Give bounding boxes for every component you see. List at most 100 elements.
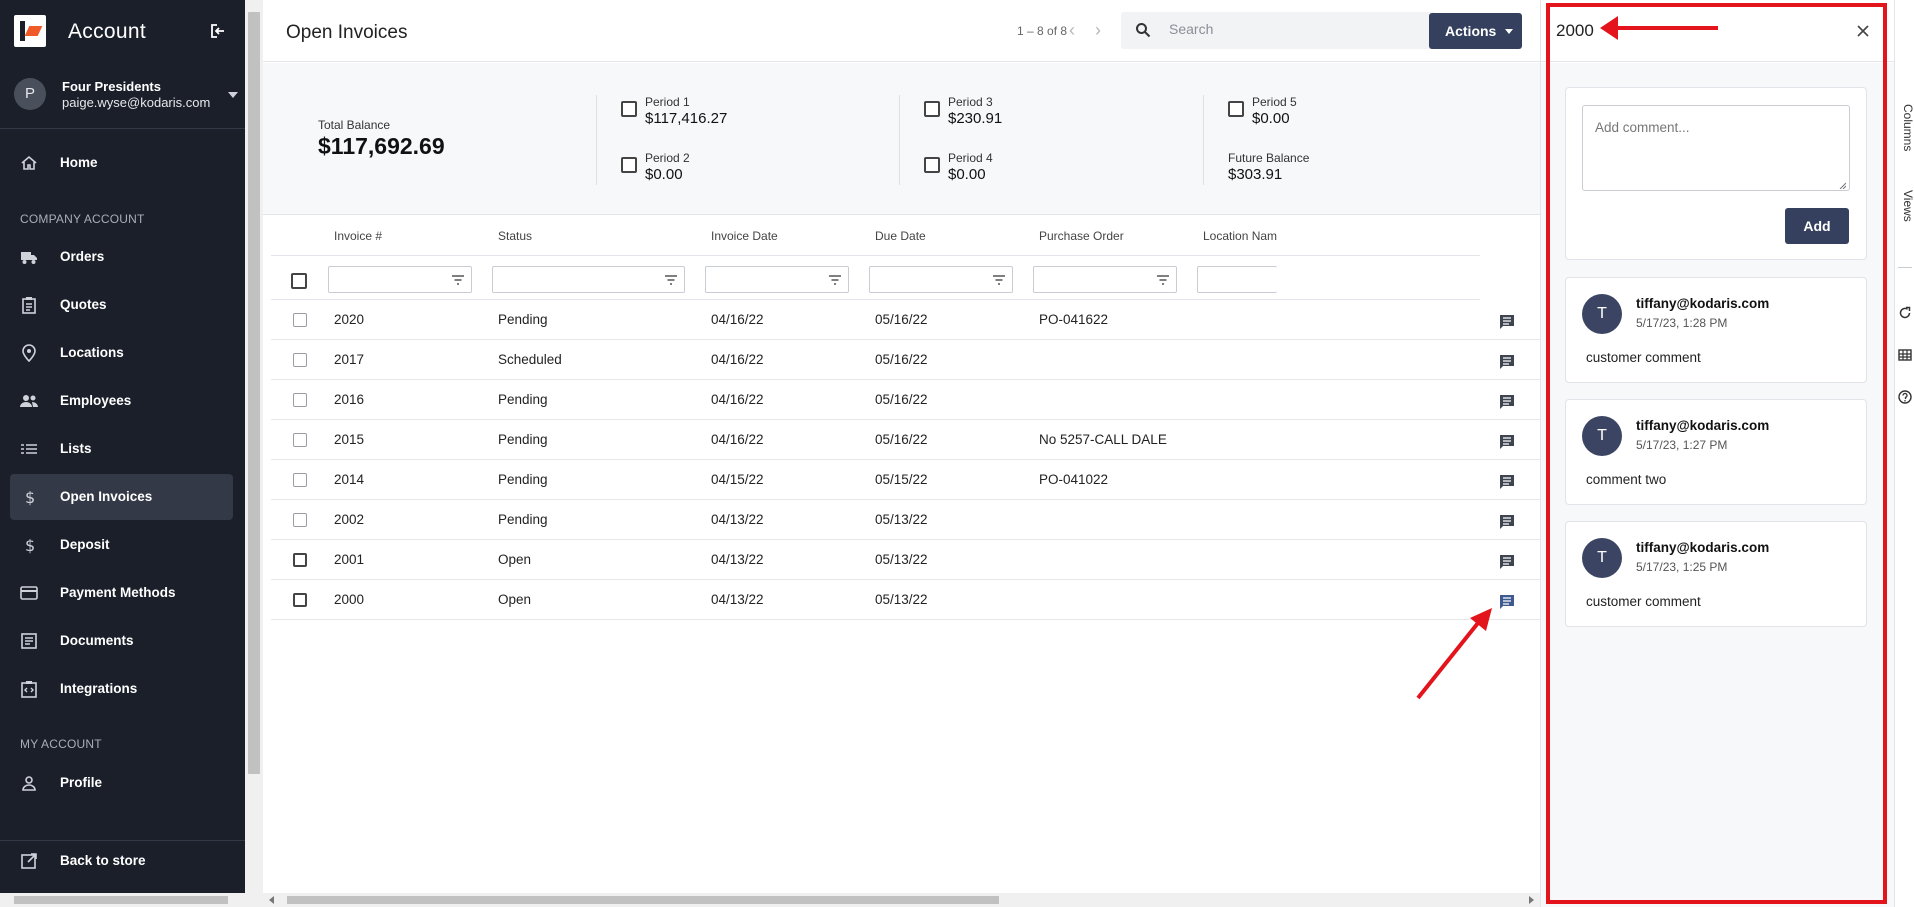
user-switcher[interactable]: P Four Presidents paige.wyse@kodaris.com	[0, 70, 245, 124]
comment-icon[interactable]	[1498, 393, 1516, 411]
table-row[interactable]: 2014 Pending 04/15/22 05/15/22 PO-041022	[271, 460, 1540, 500]
purchase-order-filter-input[interactable]	[1033, 266, 1177, 293]
period-3-checkbox[interactable]	[924, 101, 940, 117]
invoice-date: 04/13/22	[711, 512, 764, 527]
select-all-checkbox[interactable]	[291, 273, 307, 289]
invoice-date: 04/13/22	[711, 592, 764, 607]
due-date-filter-input[interactable]	[869, 266, 1013, 293]
sidebar-item-home[interactable]: Home	[10, 140, 233, 186]
table-icon[interactable]	[1898, 348, 1912, 362]
sidebar-item-lists[interactable]: Lists	[10, 426, 233, 472]
column-header-status[interactable]: Status	[498, 229, 532, 243]
status-filter-input[interactable]	[492, 266, 685, 293]
chevron-left-icon[interactable]: ‹	[1069, 21, 1083, 39]
comment-icon[interactable]	[1498, 553, 1516, 571]
comment-icon[interactable]	[1498, 353, 1516, 371]
scrollbar-thumb[interactable]	[248, 12, 260, 774]
comment-icon[interactable]	[1498, 513, 1516, 531]
row-checkbox[interactable]	[293, 393, 307, 407]
filter-icon[interactable]	[1156, 273, 1170, 287]
comment-text: customer comment	[1586, 594, 1701, 609]
invoice-date: 04/16/22	[711, 392, 764, 407]
dollar-icon: $	[25, 536, 35, 554]
chevron-down-icon[interactable]	[228, 92, 238, 98]
invoice-filter-input[interactable]	[328, 266, 472, 293]
table-row[interactable]: 2017 Scheduled 04/16/22 05/16/22	[271, 340, 1540, 380]
comment-icon[interactable]	[1498, 473, 1516, 491]
scroll-left-icon[interactable]	[269, 896, 274, 904]
comment-icon[interactable]	[1498, 313, 1516, 331]
invoice-date: 04/16/22	[711, 432, 764, 447]
sidebar-item-integrations[interactable]: Integrations	[10, 666, 233, 712]
filter-icon[interactable]	[992, 273, 1006, 287]
new-comment-form: Add	[1565, 87, 1867, 260]
resize-grip-icon[interactable]	[1839, 182, 1846, 189]
collapse-sidebar-icon[interactable]	[208, 21, 228, 41]
sidebar-item-payment-methods[interactable]: Payment Methods	[10, 570, 233, 616]
scroll-right-icon[interactable]	[1529, 896, 1534, 904]
column-header-purchase-order[interactable]: Purchase Order	[1039, 229, 1124, 243]
sidebar-item-quotes[interactable]: Quotes	[10, 282, 233, 328]
tab-columns[interactable]: Columns	[1895, 104, 1914, 151]
table-row[interactable]: 2000 Open 04/13/22 05/13/22	[271, 580, 1540, 620]
sidebar-item-open-invoices[interactable]: $ Open Invoices	[10, 474, 233, 520]
sidebar-item-label: Integrations	[60, 681, 138, 696]
search-field[interactable]	[1121, 12, 1436, 49]
tab-views[interactable]: Views	[1895, 190, 1914, 222]
pagination-range: 1 – 8 of 8	[1017, 24, 1068, 38]
invoice-date-filter-input[interactable]	[705, 266, 849, 293]
sidebar-item-locations[interactable]: Locations	[10, 330, 233, 376]
filter-icon[interactable]	[664, 273, 678, 287]
row-checkbox[interactable]	[293, 513, 307, 527]
refresh-icon[interactable]	[1898, 306, 1912, 320]
actions-button[interactable]: Actions	[1429, 13, 1522, 49]
sidebar-item-label: Home	[60, 155, 98, 170]
help-icon[interactable]	[1898, 390, 1912, 404]
table-row[interactable]: 2002 Pending 04/13/22 05/13/22	[271, 500, 1540, 540]
row-checkbox[interactable]	[293, 553, 307, 567]
column-header-invoice[interactable]: Invoice #	[334, 229, 382, 243]
comment-input[interactable]	[1582, 105, 1850, 191]
period-5-checkbox[interactable]	[1228, 101, 1244, 117]
search-input[interactable]	[1169, 21, 1419, 37]
column-header-location-name[interactable]: Location Nam	[1203, 229, 1277, 243]
sidebar-item-orders[interactable]: Orders	[10, 234, 233, 280]
sidebar-item-documents[interactable]: Documents	[10, 618, 233, 664]
row-checkbox[interactable]	[293, 353, 307, 367]
period-4-checkbox[interactable]	[924, 157, 940, 173]
row-checkbox[interactable]	[293, 433, 307, 447]
sidebar-item-profile[interactable]: Profile	[10, 760, 233, 806]
sidebar-scrollbar[interactable]	[245, 0, 263, 907]
table-row[interactable]: 2016 Pending 04/16/22 05/16/22	[271, 380, 1540, 420]
sidebar-horizontal-scrollbar[interactable]	[0, 893, 245, 907]
table-row[interactable]: 2020 Pending 04/16/22 05/16/22 PO-041622	[271, 300, 1540, 340]
scrollbar-thumb[interactable]	[287, 896, 999, 904]
filter-icon[interactable]	[828, 273, 842, 287]
add-comment-button[interactable]: Add	[1785, 208, 1849, 244]
column-header-due-date[interactable]: Due Date	[875, 229, 926, 243]
external-link-icon	[21, 853, 37, 869]
filter-icon[interactable]	[451, 273, 465, 287]
kodaris-logo[interactable]	[14, 15, 46, 47]
section-heading-my-account: MY ACCOUNT	[20, 737, 102, 751]
scrollbar-thumb[interactable]	[14, 896, 228, 904]
row-checkbox[interactable]	[293, 313, 307, 327]
period-2-checkbox[interactable]	[621, 157, 637, 173]
comment-icon[interactable]	[1498, 433, 1516, 451]
table-horizontal-scrollbar[interactable]	[263, 893, 1540, 907]
row-checkbox[interactable]	[293, 473, 307, 487]
back-to-store-link[interactable]: Back to store	[10, 838, 233, 884]
location-filter-input[interactable]	[1197, 266, 1277, 293]
sidebar-item-deposit[interactable]: $ Deposit	[10, 522, 233, 568]
sidebar-item-employees[interactable]: Employees	[10, 378, 233, 424]
table-row[interactable]: 2015 Pending 04/16/22 05/16/22 No 5257-C…	[271, 420, 1540, 460]
close-icon[interactable]	[1855, 23, 1871, 39]
column-header-invoice-date[interactable]: Invoice Date	[711, 229, 778, 243]
period-1-checkbox[interactable]	[621, 101, 637, 117]
page-title: Open Invoices	[286, 22, 408, 43]
row-checkbox[interactable]	[293, 593, 307, 607]
future-balance-label: Future Balance	[1228, 151, 1310, 165]
chevron-right-icon[interactable]: ›	[1095, 21, 1109, 39]
comment-icon[interactable]	[1498, 593, 1516, 611]
table-row[interactable]: 2001 Open 04/13/22 05/13/22	[271, 540, 1540, 580]
